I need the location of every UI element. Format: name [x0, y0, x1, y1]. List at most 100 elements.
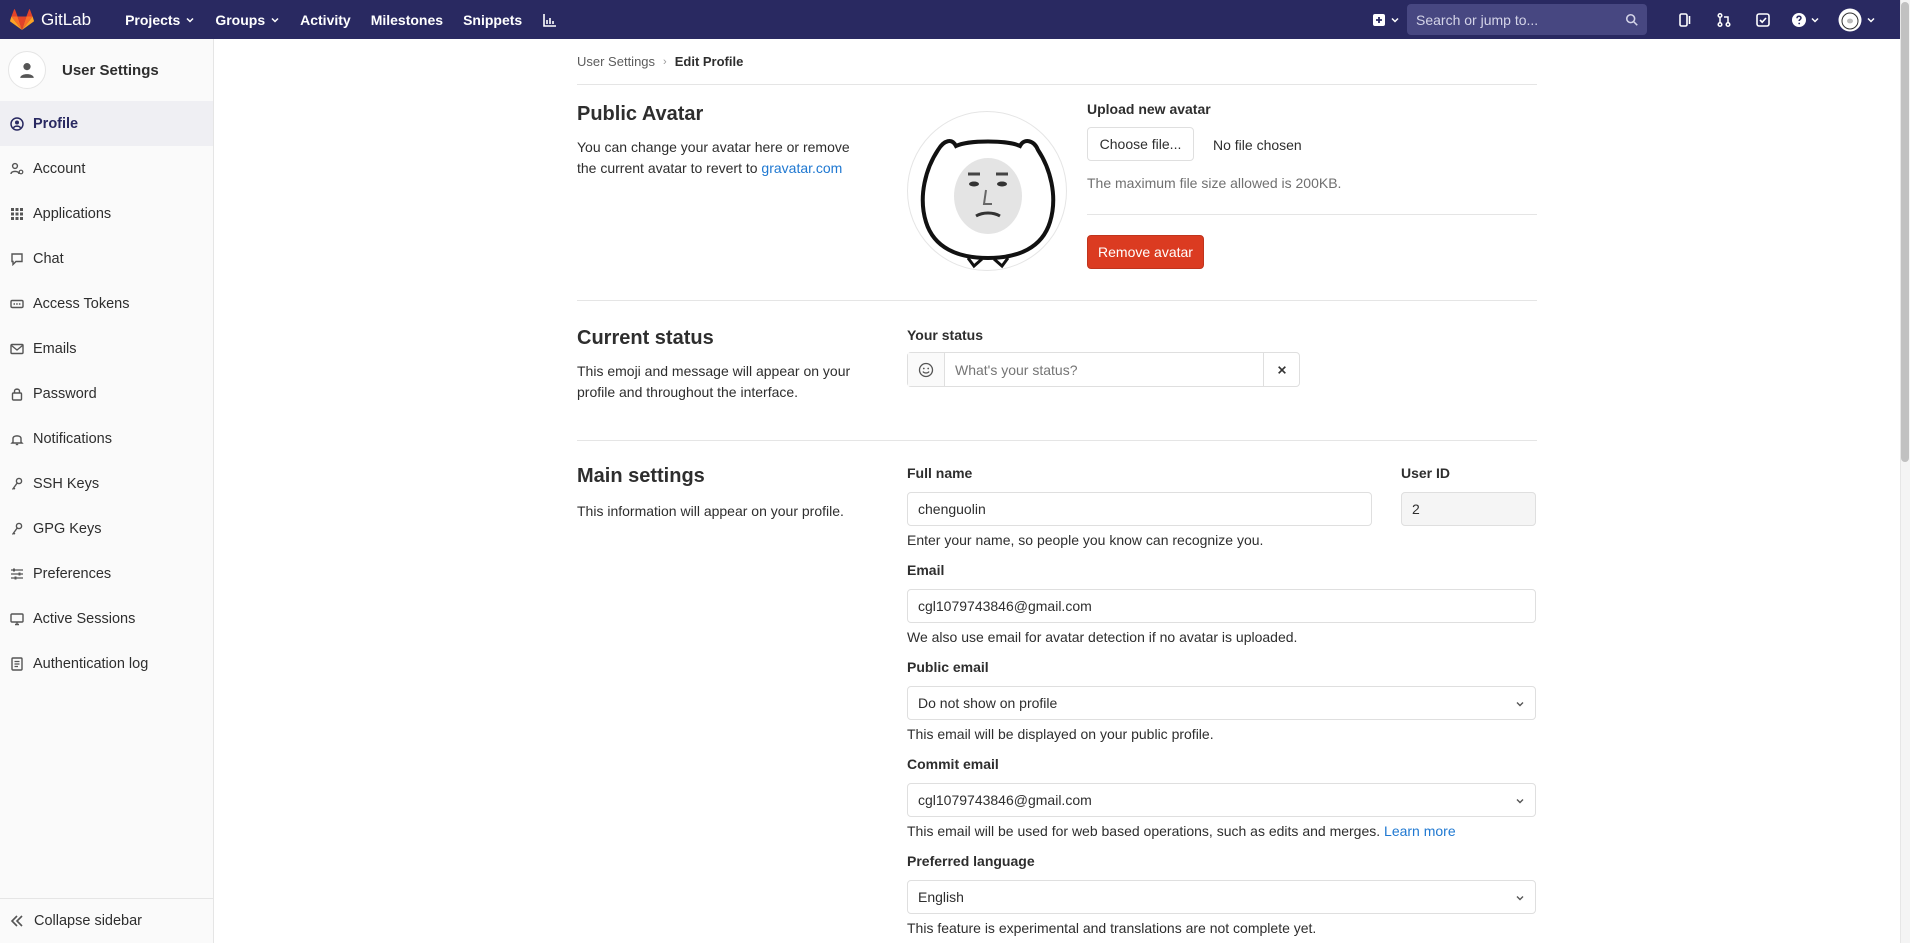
- key-icon: [10, 477, 24, 491]
- main-settings-title: Main settings: [577, 465, 705, 487]
- chevron-down-icon: [1516, 702, 1524, 707]
- sidebar-item-label: Chat: [33, 250, 64, 267]
- token-icon: [10, 297, 24, 311]
- sidebar-item-applications[interactable]: Applications: [0, 191, 213, 236]
- nav-groups-label: Groups: [215, 11, 266, 28]
- your-status-label: Your status: [907, 327, 983, 343]
- public-email-select[interactable]: Do not show on profile: [907, 686, 1536, 720]
- sidebar-item-label: Applications: [33, 205, 112, 222]
- page-scrollbar[interactable]: [1900, 0, 1910, 943]
- nav-snippets[interactable]: Snippets: [463, 0, 522, 39]
- chevron-down-icon: [271, 17, 279, 23]
- nav-milestones[interactable]: Milestones: [371, 0, 443, 39]
- merge-requests-button[interactable]: [1704, 0, 1743, 39]
- sidebar-item-emails[interactable]: Emails: [0, 326, 213, 371]
- collapse-sidebar-button[interactable]: Collapse sidebar: [0, 898, 213, 943]
- no-file-chosen-text: No file chosen: [1213, 137, 1302, 153]
- user-menu-button[interactable]: [1828, 0, 1886, 39]
- email-input[interactable]: cgl1079743846@gmail.com: [907, 589, 1536, 623]
- status-input-group: [907, 352, 1300, 387]
- commit-email-help-text: This email will be used for web based op…: [907, 823, 1381, 839]
- top-navbar: GitLab Projects Groups Activity Mileston…: [0, 0, 1900, 39]
- nav-activity[interactable]: Activity: [300, 0, 351, 39]
- user-id-input: 2: [1401, 492, 1536, 526]
- breadcrumb-separator-icon: ›: [663, 55, 667, 68]
- sidebar-item-profile[interactable]: Profile: [0, 101, 213, 146]
- main-settings-description: This information will appear on your pro…: [577, 503, 844, 519]
- sidebar-item-preferences[interactable]: Preferences: [0, 551, 213, 596]
- commit-email-label: Commit email: [907, 756, 999, 772]
- nav-projects[interactable]: Projects: [125, 0, 195, 39]
- chevron-down-icon: [1516, 896, 1524, 901]
- settings-sidebar: User Settings Profile Account Applicatio…: [0, 39, 214, 943]
- sidebar-item-label: Preferences: [33, 565, 112, 582]
- scrollbar-thumb[interactable]: [1901, 2, 1909, 462]
- search-input[interactable]: [1416, 11, 1625, 28]
- applications-icon: [10, 207, 24, 221]
- sidebar-item-password[interactable]: Password: [0, 371, 213, 416]
- nav-activity-label: Activity: [300, 11, 351, 28]
- public-email-label: Public email: [907, 659, 989, 675]
- sidebar-item-ssh-keys[interactable]: SSH Keys: [0, 461, 213, 506]
- remove-avatar-button[interactable]: Remove avatar: [1087, 235, 1204, 269]
- todos-button[interactable]: [1743, 0, 1782, 39]
- choose-file-button[interactable]: Choose file...: [1087, 127, 1194, 161]
- profile-icon: [10, 116, 24, 131]
- sidebar-item-notifications[interactable]: Notifications: [0, 416, 213, 461]
- question-icon: [1791, 12, 1806, 27]
- nav-snippets-label: Snippets: [463, 11, 523, 28]
- sidebar-item-label: Emails: [33, 340, 77, 357]
- sidebar-item-access-tokens[interactable]: Access Tokens: [0, 281, 213, 326]
- sidebar-item-chat[interactable]: Chat: [0, 236, 213, 281]
- nav-projects-label: Projects: [125, 11, 181, 28]
- sidebar-item-authentication-log[interactable]: Authentication log: [0, 641, 213, 686]
- todo-check-icon: [1755, 12, 1770, 27]
- user-avatar-icon: [1838, 8, 1862, 31]
- sidebar-title: User Settings: [62, 61, 159, 79]
- public-avatar-description: You can change your avatar here or remov…: [577, 137, 867, 179]
- preferred-language-select[interactable]: English: [907, 880, 1536, 914]
- smiley-icon: [918, 362, 934, 377]
- gitlab-home-link[interactable]: GitLab: [0, 0, 91, 39]
- clear-status-button[interactable]: [1263, 353, 1299, 386]
- nav-groups[interactable]: Groups: [215, 0, 280, 39]
- monitor-icon: [10, 612, 24, 626]
- preferred-language-help: This feature is experimental and transla…: [907, 920, 1317, 936]
- avatar-cat-drawing: [920, 139, 1056, 269]
- nav-analytics[interactable]: [542, 0, 558, 39]
- new-dropdown-button[interactable]: [1363, 0, 1407, 39]
- current-status-title: Current status: [577, 327, 714, 349]
- public-email-help: This email will be displayed on your pub…: [907, 726, 1214, 742]
- sidebar-item-account[interactable]: Account: [0, 146, 213, 191]
- sidebar-header[interactable]: User Settings: [0, 39, 213, 101]
- chevron-down-icon: [1390, 17, 1399, 23]
- chevron-down-icon: [1810, 17, 1819, 23]
- sidebar-item-label: SSH Keys: [33, 475, 100, 492]
- user-id-label: User ID: [1401, 465, 1451, 481]
- sidebar-item-active-sessions[interactable]: Active Sessions: [0, 596, 213, 641]
- commit-email-selected: cgl1079743846@gmail.com: [918, 792, 1092, 808]
- status-message-input[interactable]: [945, 353, 1263, 386]
- full-name-input[interactable]: chenguolin: [907, 492, 1372, 526]
- breadcrumb: User Settings › Edit Profile: [577, 39, 1537, 85]
- issues-button[interactable]: [1665, 0, 1704, 39]
- close-icon: [1277, 365, 1286, 374]
- sidebar-item-label: Authentication log: [33, 655, 149, 672]
- emoji-picker-button[interactable]: [908, 353, 945, 386]
- sidebar-item-gpg-keys[interactable]: GPG Keys: [0, 506, 213, 551]
- account-icon: [10, 162, 24, 176]
- help-dropdown-button[interactable]: [1782, 0, 1828, 39]
- learn-more-link[interactable]: Learn more: [1384, 823, 1456, 839]
- nav-milestones-label: Milestones: [370, 11, 444, 28]
- sidebar-item-label: Profile: [33, 115, 79, 132]
- email-icon: [10, 342, 24, 356]
- commit-email-select[interactable]: cgl1079743846@gmail.com: [907, 783, 1536, 817]
- chevron-down-icon: [1516, 799, 1524, 804]
- breadcrumb-current[interactable]: Edit Profile: [675, 54, 744, 69]
- gitlab-logo-icon: [10, 8, 34, 30]
- public-email-selected: Do not show on profile: [918, 695, 1058, 711]
- gravatar-link[interactable]: gravatar.com: [761, 160, 842, 176]
- plus-square-icon: [1372, 13, 1385, 26]
- breadcrumb-user-settings[interactable]: User Settings: [577, 54, 655, 69]
- search-box[interactable]: [1407, 4, 1647, 35]
